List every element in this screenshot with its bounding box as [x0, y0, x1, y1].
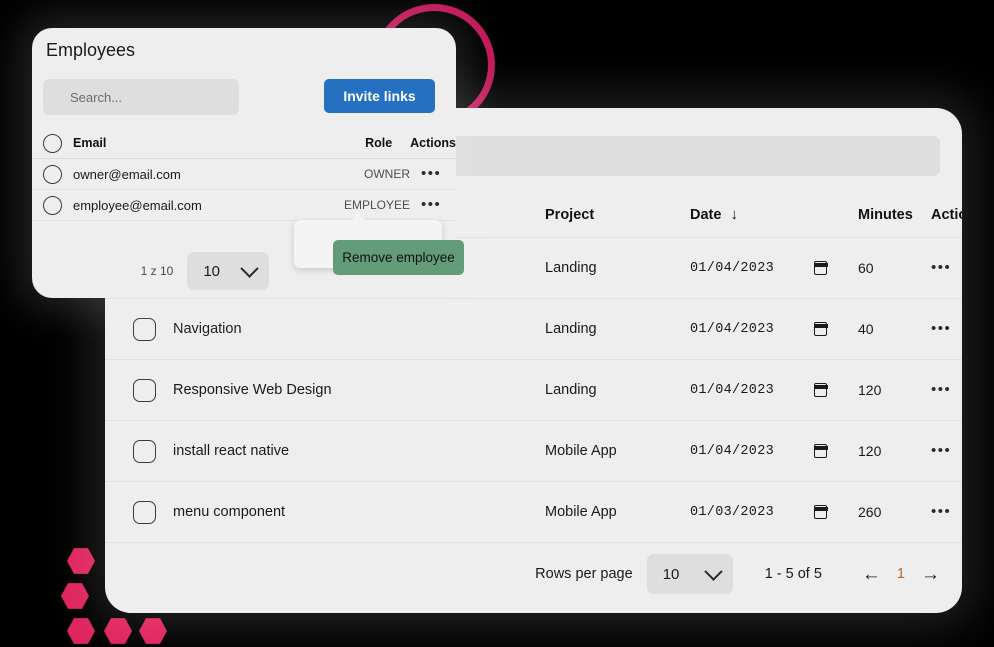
cell-date: 01/04/2023: [690, 321, 775, 337]
chevron-down-icon: [703, 561, 723, 581]
row-checkbox-cell[interactable]: [115, 378, 173, 402]
row-actions-button[interactable]: •••: [415, 166, 456, 181]
modal-title: Employees: [46, 40, 136, 60]
cell-email: owner@email.com: [73, 166, 181, 182]
cell-role: EMPLOYEE: [343, 198, 410, 212]
cell-task: install react native: [173, 443, 290, 459]
calendar-cell[interactable]: [810, 261, 858, 275]
cell-project: Landing: [545, 382, 597, 398]
cell-email: employee@email.com: [73, 197, 202, 213]
remove-employee-button[interactable]: Remove employee: [333, 240, 464, 275]
select-all-cell[interactable]: [43, 133, 73, 153]
row-actions-button[interactable]: •••: [926, 382, 962, 397]
current-page-number: 1: [896, 566, 905, 582]
calendar-cell[interactable]: [810, 322, 858, 336]
calendar-icon[interactable]: [813, 322, 828, 336]
header-minutes[interactable]: Minutes: [858, 207, 926, 223]
header-date[interactable]: Date ↓: [690, 207, 810, 223]
row-checkbox-cell[interactable]: [43, 195, 73, 215]
row-checkbox-cell[interactable]: [43, 164, 73, 184]
header-date-label: Date: [690, 206, 722, 223]
decorative-hexagon: [67, 618, 95, 644]
cell-minutes: 260: [858, 504, 882, 520]
row-checkbox-cell[interactable]: [115, 317, 173, 341]
pagination-bar: Rows per page 10 1 - 5 of 5 ← 1 →: [105, 535, 962, 613]
sort-descending-icon[interactable]: ↓: [730, 207, 738, 222]
row-checkbox[interactable]: [132, 378, 156, 402]
header-role: Role: [365, 136, 393, 150]
employees-count-label: 1 z 10: [140, 264, 174, 278]
cell-role: OWNER: [364, 167, 410, 181]
cell-minutes: 40: [858, 321, 874, 337]
calendar-cell[interactable]: [810, 383, 858, 397]
rows-per-page-select[interactable]: 10: [646, 554, 733, 594]
header-actions: Actions: [410, 136, 456, 150]
calendar-icon[interactable]: [813, 383, 828, 397]
row-actions-button[interactable]: •••: [926, 260, 962, 275]
employees-rows-per-page-value: 10: [203, 262, 221, 280]
table-row[interactable]: menu component Mobile App 01/03/2023 260…: [105, 482, 962, 543]
row-checkbox-cell[interactable]: [115, 439, 173, 463]
cell-project: Landing: [545, 321, 597, 337]
row-checkbox[interactable]: [132, 439, 156, 463]
row-checkbox[interactable]: [43, 195, 62, 215]
row-checkbox-cell[interactable]: [115, 500, 173, 524]
decorative-hexagon: [67, 548, 95, 574]
employees-search-input[interactable]: [43, 79, 239, 115]
row-checkbox[interactable]: [132, 317, 156, 341]
employees-table: Email Role Actions owner@email.com OWNER…: [32, 128, 456, 221]
rows-per-page-label: Rows per page: [535, 566, 633, 582]
cell-minutes: 120: [858, 443, 882, 459]
chevron-down-icon: [240, 258, 260, 278]
row-actions-button[interactable]: •••: [926, 321, 962, 336]
row-actions-button[interactable]: •••: [926, 443, 962, 458]
cell-date: 01/04/2023: [690, 260, 775, 276]
row-actions-button[interactable]: •••: [415, 197, 456, 212]
cell-task: Responsive Web Design: [173, 382, 332, 398]
table-row[interactable]: install react native Mobile App 01/04/20…: [105, 421, 962, 482]
cell-project: Mobile App: [545, 504, 617, 520]
decorative-hexagon: [61, 583, 89, 609]
employee-row[interactable]: employee@email.com EMPLOYEE •••: [32, 190, 456, 221]
decorative-hexagon: [139, 618, 167, 644]
decorative-hexagon: [104, 618, 132, 644]
cell-date: 01/03/2023: [690, 504, 775, 520]
cell-project: Landing: [545, 260, 597, 276]
previous-page-button[interactable]: ←: [862, 565, 881, 584]
row-checkbox[interactable]: [43, 164, 62, 184]
rows-per-page-value: 10: [662, 565, 680, 583]
tooltip-arrow-icon: [350, 214, 366, 221]
employee-row[interactable]: owner@email.com OWNER •••: [32, 159, 456, 190]
table-row[interactable]: Navigation Landing 01/04/2023 40 •••: [105, 299, 962, 360]
table-row[interactable]: Responsive Web Design Landing 01/04/2023…: [105, 360, 962, 421]
range-label: 1 - 5 of 5: [764, 566, 822, 582]
invite-links-button[interactable]: Invite links: [324, 79, 435, 113]
select-all-checkbox[interactable]: [43, 133, 62, 153]
cell-project: Mobile App: [545, 443, 617, 459]
calendar-cell[interactable]: [810, 505, 858, 519]
header-actions: Actio…: [931, 206, 962, 223]
calendar-icon[interactable]: [813, 261, 828, 275]
cell-task: Navigation: [173, 321, 242, 337]
header-email: Email: [73, 136, 107, 150]
cell-minutes: 60: [858, 260, 874, 276]
header-project[interactable]: Project: [545, 207, 690, 223]
row-actions-button[interactable]: •••: [926, 504, 962, 519]
row-checkbox[interactable]: [132, 500, 156, 524]
employees-rows-per-page-select[interactable]: 10: [187, 252, 270, 290]
calendar-cell[interactable]: [810, 444, 858, 458]
calendar-icon[interactable]: [813, 444, 828, 458]
employees-header-row: Email Role Actions: [32, 128, 456, 159]
cell-date: 01/04/2023: [690, 443, 775, 459]
cell-date: 01/04/2023: [690, 382, 775, 398]
cell-task: menu component: [173, 504, 286, 520]
screenshot-stage: Project Date ↓ Minutes Actio… Landing 01…: [0, 0, 994, 647]
next-page-button[interactable]: →: [921, 565, 940, 584]
employees-modal: Employees Invite links Email Role Action…: [32, 28, 464, 298]
cell-minutes: 120: [858, 382, 882, 398]
calendar-icon[interactable]: [813, 505, 828, 519]
